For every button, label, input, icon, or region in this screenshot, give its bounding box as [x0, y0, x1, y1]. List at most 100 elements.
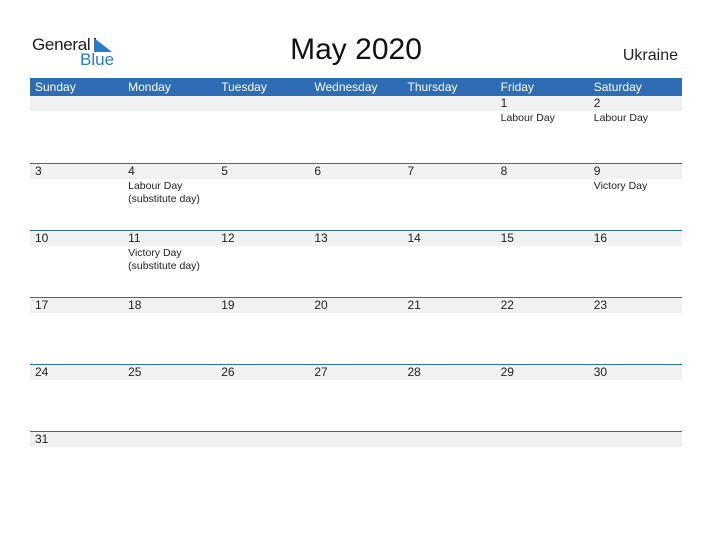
- day-cell: 24: [30, 365, 123, 381]
- week-cells: 10 11 Victory Day (substitute day) 12 13 14 15…: [30, 231, 682, 273]
- day-number: 30: [593, 365, 608, 379]
- day-cell: 21: [403, 298, 496, 314]
- day-number: 14: [407, 231, 421, 245]
- day-number: 29: [500, 365, 514, 379]
- day-cell: 27: [309, 365, 402, 381]
- day-cell: [123, 432, 216, 448]
- day-cell: [216, 96, 309, 125]
- day-number: [314, 96, 402, 111]
- day-number: 4: [128, 164, 135, 178]
- day-cell: [496, 432, 589, 448]
- day-number: 27: [314, 365, 328, 379]
- weekday-saturday: Saturday: [593, 80, 642, 94]
- day-cell: 2 Labour Day: [589, 96, 682, 125]
- holiday-label: Victory Day: [593, 180, 648, 192]
- day-cell: 28: [403, 365, 496, 381]
- calendar-grid: Sunday Monday Tuesday Wednesday Thursday…: [30, 78, 682, 498]
- day-cell: 30: [589, 365, 682, 381]
- day-number: 8: [500, 164, 508, 178]
- day-number: 6: [314, 164, 322, 178]
- day-cell: 11 Victory Day (substitute day): [123, 231, 216, 273]
- day-number: [221, 96, 309, 111]
- day-cell: 1 Labour Day: [496, 96, 589, 125]
- day-number: [314, 432, 402, 447]
- day-number: 19: [221, 298, 235, 312]
- day-number: 24: [35, 365, 49, 379]
- week-row: 1 Labour Day 2 Labour Day: [30, 96, 682, 163]
- day-number: 17: [35, 298, 49, 312]
- week-cells: 1 Labour Day 2 Labour Day: [30, 96, 682, 125]
- day-cell: [589, 432, 682, 448]
- day-number: [221, 432, 309, 447]
- day-cell: [30, 96, 123, 125]
- day-cell: 22: [496, 298, 589, 314]
- day-cell: 3: [30, 164, 123, 206]
- day-cell: [309, 96, 402, 125]
- day-cell: 4 Labour Day (substitute day): [123, 164, 216, 206]
- day-number: 1: [500, 96, 508, 110]
- day-cell: 13: [309, 231, 402, 273]
- week-cells: 31: [30, 432, 682, 448]
- day-number: 7: [407, 164, 415, 178]
- day-cell: 31: [30, 432, 123, 448]
- weekday-wednesday: Wednesday: [314, 80, 378, 94]
- week-row: 10 11 Victory Day (substitute day) 12 13 14 15…: [30, 230, 682, 297]
- day-number: 26: [221, 365, 235, 379]
- week-cells: 17 18 19 20 21 22 23: [30, 298, 682, 314]
- day-number: [594, 432, 682, 447]
- day-cell: 14: [403, 231, 496, 273]
- day-cell: [309, 432, 402, 448]
- day-number: 9: [593, 164, 601, 178]
- day-number: 31: [35, 432, 49, 446]
- day-cell: 7: [403, 164, 496, 206]
- day-cell: 23: [589, 298, 682, 314]
- day-number: 5: [221, 164, 228, 178]
- day-cell: 12: [216, 231, 309, 273]
- day-number: [35, 96, 123, 111]
- day-number: 21: [407, 298, 421, 312]
- holiday-label: Victory Day (substitute day): [128, 247, 200, 272]
- day-number: 18: [128, 298, 142, 312]
- day-cell: [403, 96, 496, 125]
- day-cell: 10: [30, 231, 123, 273]
- day-number: 15: [500, 231, 514, 245]
- calendar-title: May 2020: [290, 33, 422, 66]
- day-number: 2: [593, 96, 601, 110]
- day-number: 25: [128, 365, 142, 379]
- week-row: 3 4 Labour Day (substitute day) 5 6 7 8 9 Victor…: [30, 163, 682, 230]
- day-number: [128, 96, 216, 111]
- day-number: 22: [500, 298, 514, 312]
- day-cell: 6: [309, 164, 402, 206]
- weekday-tuesday: Tuesday: [221, 80, 267, 94]
- day-cell: 26: [216, 365, 309, 381]
- day-cell: [216, 432, 309, 448]
- holiday-label: Labour Day: [500, 112, 555, 124]
- day-number: [408, 96, 496, 111]
- day-number: 23: [593, 298, 608, 312]
- week-cells: 3 4 Labour Day (substitute day) 5 6 7 8 9 Victor…: [30, 164, 682, 206]
- day-number: 13: [314, 231, 328, 245]
- holiday-label: Labour Day: [593, 112, 649, 124]
- day-number: 3: [35, 164, 42, 178]
- weeks-container: 1 Labour Day 2 Labour Day 3 4 Labour Day (subs…: [30, 96, 682, 498]
- day-number: 12: [221, 231, 235, 245]
- day-number: 10: [35, 231, 49, 245]
- day-number: 20: [314, 298, 328, 312]
- day-cell: 20: [309, 298, 402, 314]
- week-row: 24 25 26 27 28 29 30: [30, 364, 682, 431]
- weekday-header: Sunday Monday Tuesday Wednesday Thursday…: [30, 78, 682, 96]
- country-label: Ukraine: [622, 47, 678, 64]
- day-cell: [123, 96, 216, 125]
- day-number: [408, 432, 496, 447]
- day-cell: 19: [216, 298, 309, 314]
- holiday-label: Labour Day (substitute day): [128, 180, 200, 205]
- day-cell: 25: [123, 365, 216, 381]
- day-number: 11: [128, 231, 141, 245]
- weekday-thursday: Thursday: [407, 80, 458, 94]
- week-cells: 24 25 26 27 28 29 30: [30, 365, 682, 381]
- day-cell: 8: [496, 164, 589, 206]
- day-cell: 18: [123, 298, 216, 314]
- weekday-sunday: Sunday: [35, 80, 76, 94]
- day-cell: 29: [496, 365, 589, 381]
- week-row: 31: [30, 431, 682, 498]
